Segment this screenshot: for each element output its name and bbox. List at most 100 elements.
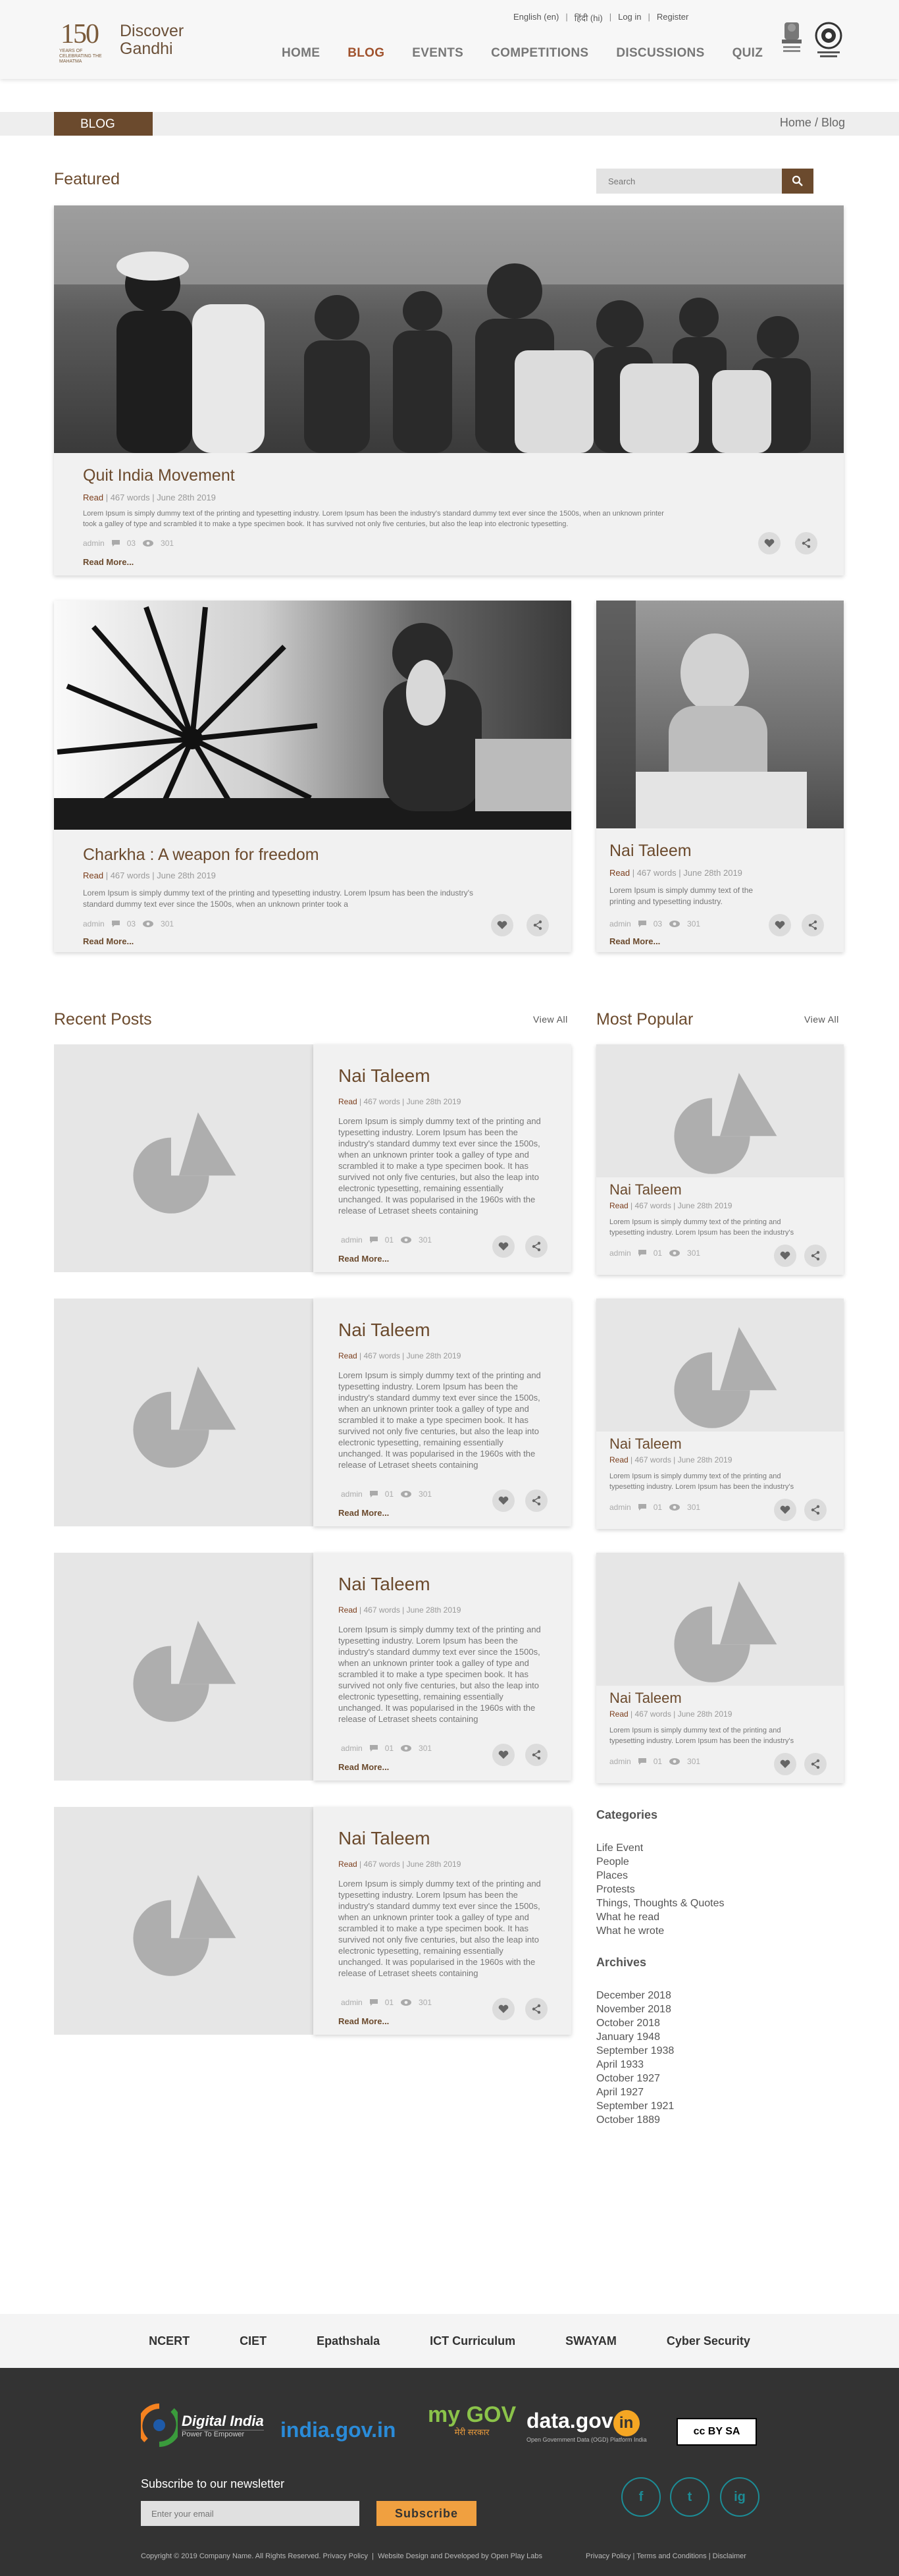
archive-link[interactable]: April 1927 xyxy=(596,2085,674,2099)
archive-link[interactable]: September 1938 xyxy=(596,2044,674,2058)
lang-english-link[interactable]: English (en) xyxy=(513,12,559,24)
like-button[interactable] xyxy=(491,914,513,936)
newsletter-email-input[interactable] xyxy=(141,2501,359,2526)
post-title[interactable]: Nai Taleem xyxy=(609,1690,682,1707)
post-title[interactable]: Nai Taleem xyxy=(338,1828,430,1849)
nav-events[interactable]: EVENTS xyxy=(412,46,463,61)
datagov-logo[interactable]: data.gov in Open Government Data (OGD) Pl… xyxy=(527,2409,647,2443)
creative-commons-badge[interactable]: cc BY SA xyxy=(677,2418,757,2446)
like-button[interactable] xyxy=(758,532,781,554)
share-button[interactable] xyxy=(525,1489,548,1512)
category-link[interactable]: Life Event xyxy=(596,1841,724,1855)
archive-link[interactable]: October 1927 xyxy=(596,2072,674,2085)
partner-cyber-security-link[interactable]: Cyber Security xyxy=(667,2334,750,2348)
nav-discussions[interactable]: DISCUSSIONS xyxy=(616,46,704,61)
charkha-photo[interactable] xyxy=(54,601,571,830)
like-button[interactable] xyxy=(492,1744,515,1766)
post-thumbnail[interactable] xyxy=(54,1553,313,1781)
facebook-button[interactable]: f xyxy=(621,2477,661,2517)
archive-link[interactable]: October 2018 xyxy=(596,2016,674,2030)
nav-competitions[interactable]: COMPETITIONS xyxy=(491,46,588,61)
privacy-policy-link[interactable]: Privacy Policy xyxy=(586,2552,630,2560)
post-title[interactable]: Nai Taleem xyxy=(338,1574,430,1595)
read-more-link[interactable]: Read More... xyxy=(338,1762,389,1772)
post-title[interactable]: Nai Taleem xyxy=(338,1065,430,1087)
post-thumbnail[interactable] xyxy=(54,1807,313,2035)
twitter-button[interactable]: t xyxy=(670,2477,709,2517)
post-title[interactable]: Nai Taleem xyxy=(609,842,692,861)
partner-ict-curriculum-link[interactable]: ICT Curriculum xyxy=(430,2334,515,2348)
post-title[interactable]: Charkha : A weapon for freedom xyxy=(83,845,319,865)
like-button[interactable] xyxy=(769,914,791,936)
share-button[interactable] xyxy=(795,532,817,554)
partner-ciet-link[interactable]: CIET xyxy=(240,2334,267,2348)
category-link[interactable]: Places xyxy=(596,1869,724,1883)
share-button[interactable] xyxy=(804,1245,827,1267)
like-button[interactable] xyxy=(492,1998,515,2020)
share-button[interactable] xyxy=(525,1744,548,1766)
archive-link[interactable]: November 2018 xyxy=(596,2002,674,2016)
archive-link[interactable]: January 1948 xyxy=(596,2030,674,2044)
archive-link[interactable]: September 1921 xyxy=(596,2099,674,2113)
share-button[interactable] xyxy=(527,914,549,936)
search-button[interactable] xyxy=(782,169,813,194)
nav-quiz[interactable]: QUIZ xyxy=(732,46,763,61)
post-title[interactable]: Nai Taleem xyxy=(609,1181,682,1198)
breadcrumb-home[interactable]: Home xyxy=(780,116,811,129)
subscribe-button[interactable]: Subscribe xyxy=(376,2501,476,2526)
partner-epathshala-link[interactable]: Epathshala xyxy=(317,2334,380,2348)
disclaimer-link[interactable]: Disclaimer xyxy=(713,2552,746,2560)
nai-taleem-photo[interactable] xyxy=(596,601,844,828)
post-thumbnail[interactable] xyxy=(596,1044,844,1177)
register-link[interactable]: Register xyxy=(657,12,688,24)
india-gov-logo[interactable]: india.gov.in xyxy=(280,2418,396,2442)
nav-blog[interactable]: BLOG xyxy=(347,46,384,61)
archive-link[interactable]: April 1933 xyxy=(596,2058,674,2072)
post-thumbnail[interactable] xyxy=(596,1299,844,1432)
lang-hindi-link[interactable]: हिंदी (hi) xyxy=(575,12,603,24)
read-more-link[interactable]: Read More... xyxy=(338,2016,389,2026)
read-more-link[interactable]: Read More... xyxy=(83,557,134,567)
terms-link[interactable]: Terms and Conditions xyxy=(636,2552,706,2560)
post-title[interactable]: Quit India Movement xyxy=(83,466,235,485)
post-thumbnail[interactable] xyxy=(54,1044,313,1272)
category-link[interactable]: What he read xyxy=(596,1910,724,1924)
share-button[interactable] xyxy=(804,1499,827,1521)
like-button[interactable] xyxy=(774,1499,796,1521)
popular-view-all-link[interactable]: View All xyxy=(804,1014,839,1025)
read-more-link[interactable]: Read More... xyxy=(338,1508,389,1518)
recent-view-all-link[interactable]: View All xyxy=(533,1014,568,1025)
share-button[interactable] xyxy=(802,914,824,936)
like-button[interactable] xyxy=(492,1489,515,1512)
share-button[interactable] xyxy=(804,1753,827,1775)
post-title[interactable]: Nai Taleem xyxy=(338,1320,430,1341)
site-logo[interactable]: 150 YEARS OF CELEBRATING THE MAHATMA Dis… xyxy=(54,19,184,64)
partner-ncert-link[interactable]: NCERT xyxy=(149,2334,190,2348)
partner-swayam-link[interactable]: SWAYAM xyxy=(565,2334,617,2348)
category-link[interactable]: Things, Thoughts & Quotes xyxy=(596,1896,724,1910)
like-button[interactable] xyxy=(774,1753,796,1775)
login-link[interactable]: Log in xyxy=(618,12,641,24)
category-link[interactable]: Protests xyxy=(596,1883,724,1896)
quit-india-photo[interactable] xyxy=(54,205,844,453)
digital-india-logo[interactable]: Digital India Power To Empower xyxy=(141,2403,264,2447)
instagram-button[interactable]: ig xyxy=(720,2477,759,2517)
nav-home[interactable]: HOME xyxy=(282,46,320,61)
share-button[interactable] xyxy=(525,1235,548,1258)
mygov-logo[interactable]: my GOV मेरी सरकार xyxy=(428,2403,516,2438)
read-more-link[interactable]: Read More... xyxy=(609,936,660,946)
post-thumbnail[interactable] xyxy=(596,1553,844,1686)
search-input[interactable] xyxy=(596,169,787,194)
read-more-link[interactable]: Read More... xyxy=(83,936,134,946)
archive-link[interactable]: December 2018 xyxy=(596,1989,674,2002)
post-thumbnail[interactable] xyxy=(54,1299,313,1526)
post-title[interactable]: Nai Taleem xyxy=(609,1436,682,1453)
category-link[interactable]: People xyxy=(596,1855,724,1869)
post-meta: Read | 467 words | June 28th 2019 xyxy=(609,1201,732,1210)
share-button[interactable] xyxy=(525,1998,548,2020)
archive-link[interactable]: October 1889 xyxy=(596,2113,674,2127)
category-link[interactable]: What he wrote xyxy=(596,1924,724,1938)
read-more-link[interactable]: Read More... xyxy=(338,1254,389,1264)
like-button[interactable] xyxy=(774,1245,796,1267)
like-button[interactable] xyxy=(492,1235,515,1258)
